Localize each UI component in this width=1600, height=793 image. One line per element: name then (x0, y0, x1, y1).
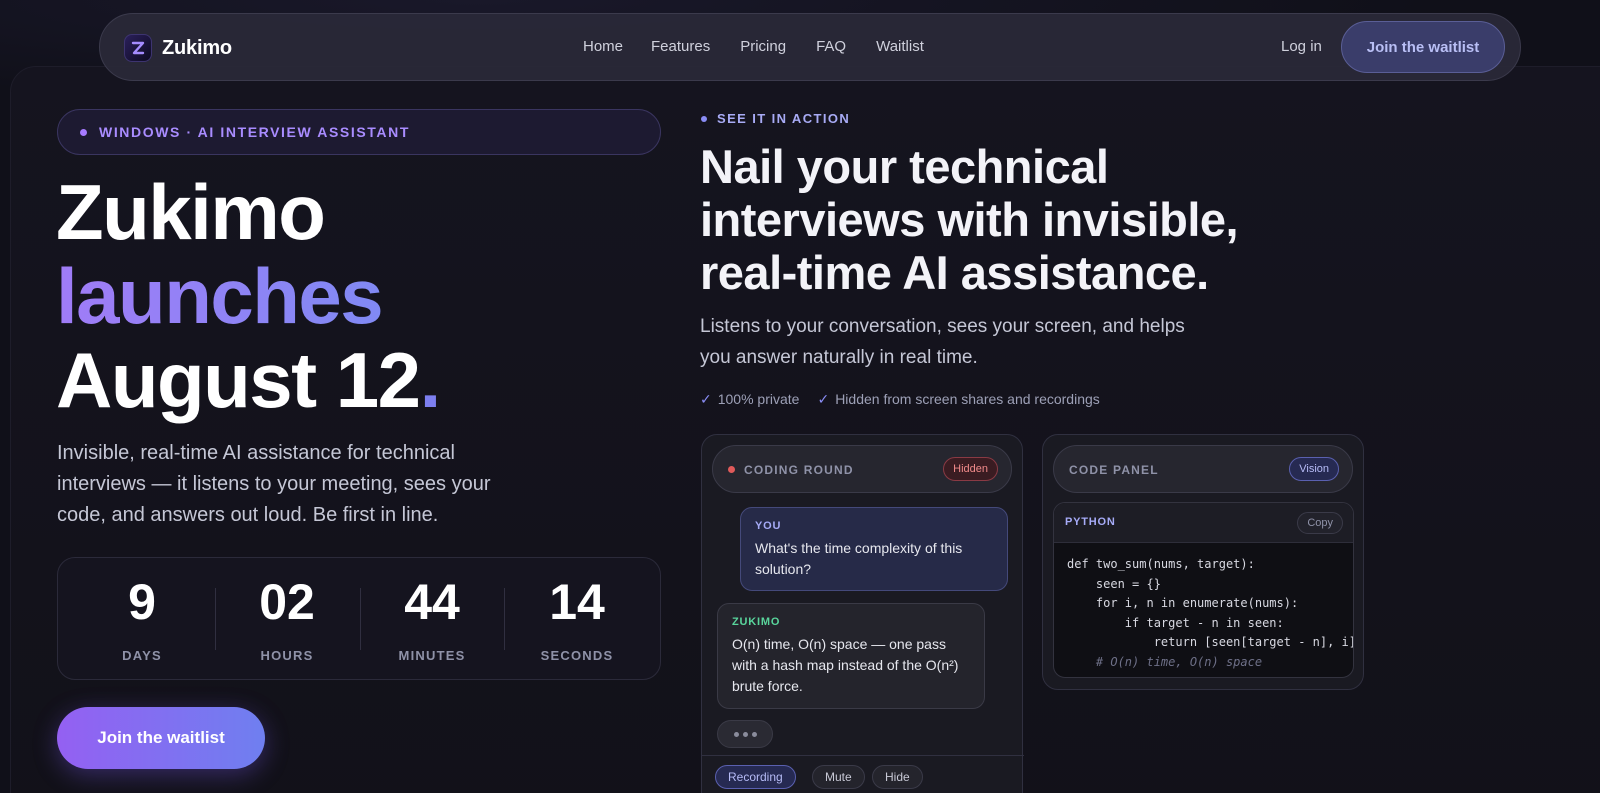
countdown-value: 14 (549, 574, 605, 630)
hero-title-line-2: launches (56, 254, 440, 338)
countdown-label: MINUTES (398, 648, 466, 663)
check-text: 100% private (717, 391, 800, 407)
code-line: seen = {} (1067, 576, 1161, 591)
assistant-message-bubble: ZUKIMO O(n) time, O(n) space — one pass … (717, 603, 985, 709)
brand-name: Zukimo (162, 36, 232, 59)
check-item: ✓ 100% private (700, 391, 799, 408)
nav-link-home[interactable]: Home (583, 38, 623, 55)
countdown-days: 9 DAYS (70, 576, 214, 663)
hero-join-waitlist-button[interactable]: Join the waitlist (57, 707, 265, 769)
hero-title: Zukimo launches August 12. (56, 168, 442, 424)
countdown-value: 9 (128, 574, 156, 630)
language-label: PYTHON (1065, 516, 1116, 528)
nav-join-waitlist-button[interactable]: Join the waitlist (1341, 21, 1505, 73)
countdown-label: SECONDS (540, 648, 614, 663)
code-line: if target - n in seen: (1067, 615, 1284, 630)
user-message-bubble: YOU What's the time complexity of this s… (740, 507, 1008, 591)
feature-checks: ✓ 100% private ✓ Hidden from screen shares… (700, 391, 1100, 408)
countdown-hours: 02 HOURS (215, 576, 359, 663)
badge-dot-icon (80, 128, 87, 136)
check-icon: ✓ (817, 391, 830, 407)
code-block-header: PYTHON Copy (1054, 503, 1353, 543)
typing-indicator (717, 720, 773, 748)
top-navigation: Zukimo Home Features Pricing FAQ Waitlis… (99, 13, 1521, 81)
check-text: Hidden from screen shares and recordings (835, 391, 1100, 407)
code-block: PYTHON Copy def two_sum(nums, target): s… (1053, 502, 1354, 678)
user-label: YOU (755, 520, 782, 532)
code-panel-label: CODE PANEL (1069, 463, 1159, 477)
countdown-value: 02 (259, 574, 315, 630)
vision-status-badge: Vision (1289, 457, 1339, 481)
brand[interactable]: Zukimo (124, 34, 232, 62)
hero-description: Invisible, real-time AI assistance for t… (57, 442, 491, 526)
assistant-message: O(n) time, O(n) space — one pass with a … (732, 636, 959, 694)
countdown-label: DAYS (122, 648, 162, 663)
launch-date: August 12 (56, 336, 421, 424)
coding-round-label: CODING ROUND (744, 463, 854, 477)
code-line: def two_sum(nums, target): (1067, 557, 1255, 571)
hide-chip[interactable]: Hide (872, 765, 923, 789)
code-content: def two_sum(nums, target): seen = {} for… (1054, 543, 1353, 672)
check-icon: ✓ (700, 391, 712, 407)
copy-button[interactable]: Copy (1297, 512, 1343, 534)
countdown-timer: 9 DAYS 02 HOURS 44 MINUTES 14 SECONDS (57, 557, 661, 680)
assistant-label: ZUKIMO (732, 616, 781, 628)
badge-text: WINDOWS · AI INTERVIEW ASSISTANT (99, 124, 410, 140)
code-line: for i, n in enumerate(nums): (1067, 596, 1299, 610)
action-title: Nail your technical interviews with invi… (700, 140, 1239, 299)
check-item: ✓ Hidden from screen shares and recording… (817, 391, 1099, 408)
countdown-value: 44 (404, 574, 460, 630)
code-comment-line: # O(n) time, O(n) space (1067, 654, 1263, 669)
eyebrow-dot-icon (701, 115, 707, 122)
nav-links: Home Features Pricing FAQ Waitlist (583, 38, 924, 55)
coding-round-card: CODING ROUND Hidden YOU What's the time … (701, 434, 1024, 793)
user-message: What's the time complexity of this solut… (755, 540, 963, 577)
title-period: . (419, 336, 442, 424)
action-description: Listens to your conversation, sees your … (700, 316, 1185, 368)
nav-link-features[interactable]: Features (651, 38, 710, 55)
coding-round-header: CODING ROUND Hidden (712, 445, 1012, 493)
countdown-minutes: 44 MINUTES (360, 576, 504, 663)
code-line: return [seen[target - n], i] (1067, 635, 1354, 649)
nav-link-faq[interactable]: FAQ (816, 38, 846, 55)
card-divider (702, 755, 1024, 756)
nav-link-waitlist[interactable]: Waitlist (876, 38, 924, 55)
login-link[interactable]: Log in (1281, 38, 1322, 55)
recording-dot-icon (728, 466, 735, 473)
countdown-seconds: 14 SECONDS (505, 576, 649, 663)
countdown-label: HOURS (260, 648, 314, 663)
hero-title-line-1: Zukimo (56, 168, 326, 256)
nav-link-pricing[interactable]: Pricing (740, 38, 786, 55)
recording-chip[interactable]: Recording (715, 765, 796, 789)
code-panel-card: CODE PANEL Vision PYTHON Copy def two_su… (1042, 434, 1364, 690)
code-panel-header: CODE PANEL Vision (1053, 445, 1353, 493)
platform-badge: WINDOWS · AI INTERVIEW ASSISTANT (57, 109, 661, 155)
hidden-status-badge: Hidden (943, 457, 998, 481)
see-it-eyebrow: SEE IT IN ACTION (701, 111, 850, 126)
hero-title-line-3: August 12. (56, 336, 442, 424)
eyebrow-text: SEE IT IN ACTION (717, 111, 851, 126)
mute-chip[interactable]: Mute (812, 765, 865, 789)
zukimo-logo-icon (124, 34, 152, 62)
